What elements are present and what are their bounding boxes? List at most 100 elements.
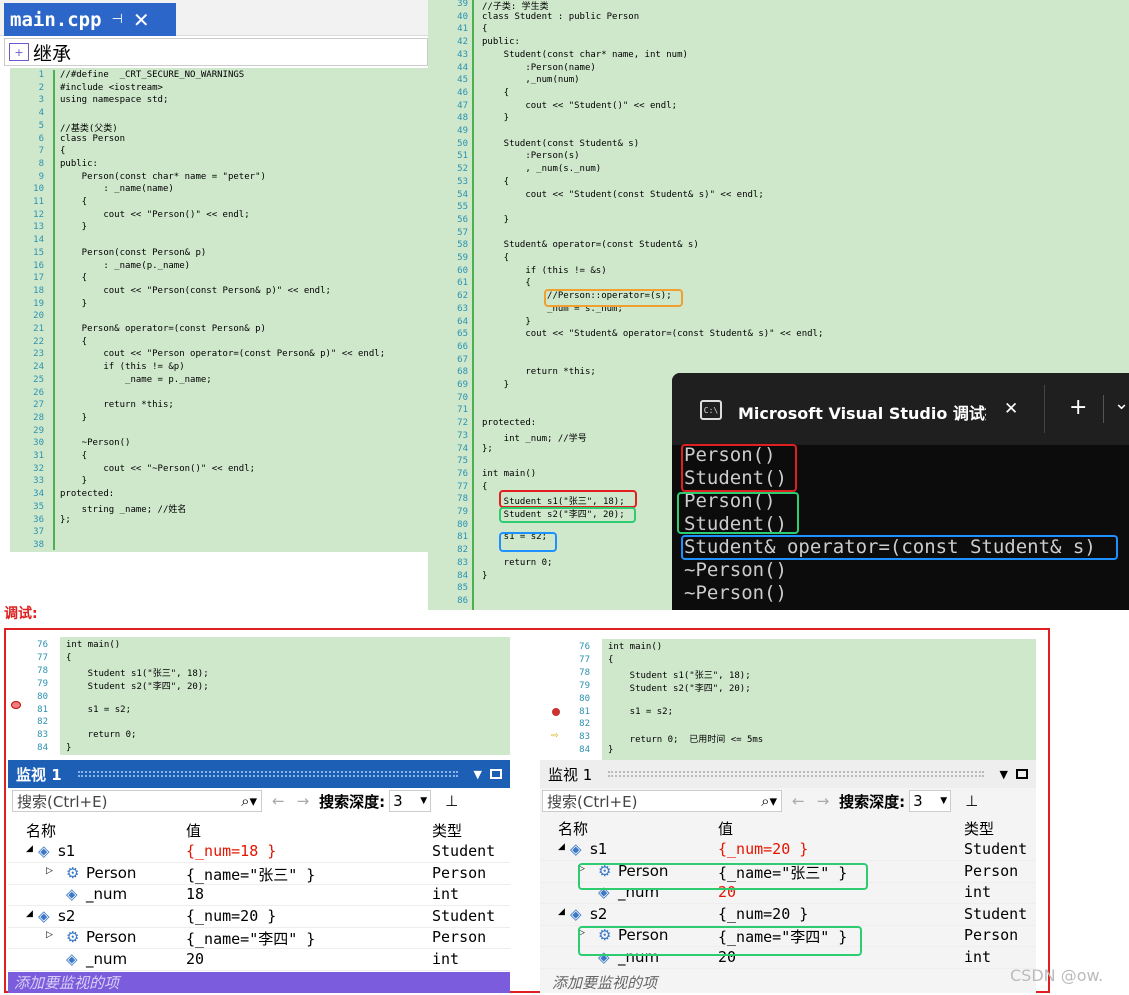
watch-row[interactable]: ◢ ◈ s1 {_num=18 } Student — [8, 842, 510, 863]
line-number: 53 — [457, 176, 468, 187]
line-number: 60 — [457, 265, 468, 276]
forward-arrow-icon[interactable]: → — [817, 792, 830, 810]
code-line: { — [60, 197, 88, 207]
pin-icon[interactable]: ⊥ — [445, 792, 458, 810]
code-line: return 0; 已用时间 <= 5ms — [608, 735, 764, 746]
tab-main-cpp[interactable]: main.cpp ⊣ ✕ — [4, 3, 176, 36]
expand-arrow-icon[interactable]: ▷ — [46, 930, 53, 940]
line-number: 27 — [33, 400, 44, 411]
watermark: CSDN @ow. — [1010, 966, 1104, 985]
code-line: } — [60, 476, 88, 487]
highlight-s1-person — [578, 863, 868, 890]
forward-arrow-icon[interactable]: → — [297, 792, 310, 810]
code-line: return 0; — [482, 557, 553, 568]
code-line: } — [482, 113, 510, 124]
base-class-icon: ⚙ — [66, 928, 80, 946]
pin-icon[interactable]: ⊣ — [112, 12, 123, 27]
code-line: } — [482, 570, 488, 581]
watch-row[interactable]: ◈ _num 18 int — [8, 885, 510, 906]
line-number: 69 — [457, 380, 468, 390]
line-number: 1 — [38, 70, 44, 80]
line-number: 54 — [457, 189, 468, 200]
watch-maximize-icon[interactable] — [1016, 769, 1028, 779]
debug-right-code[interactable]: ⇨ 76 int main() 77{78 Student s1("张三", 18)… — [540, 636, 1036, 760]
search-input[interactable]: 搜索(Ctrl+E) ⌕▾ — [12, 790, 262, 812]
line-number: 83 — [37, 730, 48, 741]
change-bar — [53, 70, 55, 550]
column-header[interactable]: 值 — [718, 818, 733, 839]
line-number: 5 — [38, 120, 44, 131]
add-watch-row[interactable]: 添加要监视的项 — [540, 972, 1036, 993]
chevron-down-icon[interactable]: ⌄ — [1114, 393, 1129, 414]
line-number: 77 — [37, 652, 48, 663]
watch-name: s2 — [58, 906, 76, 925]
depth-select[interactable]: 3 ▼ — [909, 790, 952, 812]
debug-left-watch[interactable]: 监视 1 ▼ 搜索(Ctrl+E) ⌕▾ ← → 搜索深度: 3 ▼ ⊥ 名称值类… — [8, 760, 510, 993]
line-number: 40 — [457, 11, 468, 22]
console-title: Microsoft Visual Studio 调试控 — [738, 404, 986, 423]
watch-type: Person — [964, 926, 1019, 944]
line-number: 41 — [457, 24, 468, 35]
code-line: cout << "~Person()" << endl; — [60, 463, 256, 474]
collapse-arrow-icon[interactable]: ◢ — [558, 907, 565, 917]
search-icon[interactable]: ⌕▾ — [241, 792, 257, 810]
new-tab-icon[interactable]: + — [1069, 395, 1087, 420]
collapse-arrow-icon[interactable]: ◢ — [26, 909, 33, 919]
scope-bar[interactable]: + 继承 — [4, 38, 428, 66]
watch-title-bar: 监视 1 ▼ — [8, 760, 510, 788]
highlight-s1-output — [681, 444, 797, 492]
back-arrow-icon[interactable]: ← — [792, 792, 805, 810]
watch-row[interactable]: ▷ ⚙ Person {_name="张三" } Person — [8, 864, 510, 885]
code-line: } — [66, 743, 72, 754]
watch-dropdown-icon[interactable]: ▼ — [1000, 768, 1008, 781]
watch-row[interactable]: ▷ ⚙ Person {_name="李四" } Person — [8, 928, 510, 949]
column-header[interactable]: 名称 — [26, 820, 56, 841]
watch-type: Student — [964, 840, 1028, 858]
search-input[interactable]: 搜索(Ctrl+E) ⌕▾ — [542, 790, 782, 812]
highlight-person-operator — [544, 289, 683, 307]
line-number: 48 — [457, 113, 468, 124]
watch-type: Person — [432, 928, 487, 946]
collapse-arrow-icon[interactable]: ◢ — [26, 844, 33, 854]
watch-maximize-icon[interactable] — [490, 769, 502, 779]
search-icon[interactable]: ⌕▾ — [761, 792, 777, 810]
code-line: Person(const char* name = "peter") — [60, 171, 266, 182]
back-arrow-icon[interactable]: ← — [272, 792, 285, 810]
column-header[interactable]: 值 — [186, 820, 201, 841]
watch-row[interactable]: ◢ ◈ s1 {_num=20 } Student — [540, 840, 1036, 861]
debug-left-code[interactable]: 76 int main() 77 {78 Student s1("张三", 18); 7… — [8, 634, 510, 756]
line-number: 51 — [457, 151, 468, 162]
watch-value: {_num=20 } — [718, 840, 809, 858]
pin-icon[interactable]: ⊥ — [965, 792, 978, 810]
watch-title: 监视 1 — [16, 765, 62, 784]
line-number: 81 — [37, 704, 48, 715]
line-number: 72 — [457, 418, 468, 429]
watch-row[interactable]: ◢ ◈ s2 {_num=20 } Student — [8, 907, 510, 928]
line-number: 12 — [33, 209, 44, 220]
code-line: public: — [60, 158, 98, 169]
watch-type: Person — [432, 863, 487, 882]
line-number: 19 — [33, 298, 44, 309]
line-number: 57 — [457, 227, 468, 238]
collapse-arrow-icon[interactable]: ◢ — [558, 842, 565, 852]
add-watch-row[interactable]: 添加要监视的项 — [8, 972, 510, 993]
watch-row[interactable]: ◢ ◈ s2 {_num=20 } Student — [540, 905, 1036, 926]
code-line: cout << "Student()" << endl; — [482, 100, 678, 111]
console-close-icon[interactable]: ✕ — [1004, 399, 1018, 419]
line-number: 76 — [579, 642, 590, 652]
expand-arrow-icon[interactable]: ▷ — [46, 866, 53, 876]
debug-right-watch[interactable]: 监视 1 ▼ 搜索(Ctrl+E) ⌕▾ ← → 搜索深度: 3 ▼ ⊥ 名称值类… — [540, 760, 1036, 993]
watch-row[interactable]: ◈ _num 20 int — [8, 950, 510, 971]
debug-console-window[interactable]: C:\ Microsoft Visual Studio 调试控 ✕ + ⌄ Pe… — [672, 373, 1129, 610]
column-header[interactable]: 类型 — [432, 820, 462, 841]
left-code-pane[interactable]: 1 //#define _CRT_SECURE_NO_WARNINGS 2 #incl… — [4, 68, 428, 552]
depth-select[interactable]: 3 ▼ — [389, 790, 432, 812]
close-icon[interactable]: ✕ — [133, 8, 150, 32]
line-number: 65 — [457, 329, 468, 340]
column-header[interactable]: 类型 — [964, 818, 994, 839]
column-header[interactable]: 名称 — [558, 818, 588, 839]
watch-dropdown-icon[interactable]: ▼ — [474, 768, 482, 781]
code-line: } — [482, 316, 531, 327]
line-number: 25 — [33, 374, 44, 385]
code-line: : _name(p._name) — [60, 260, 191, 271]
